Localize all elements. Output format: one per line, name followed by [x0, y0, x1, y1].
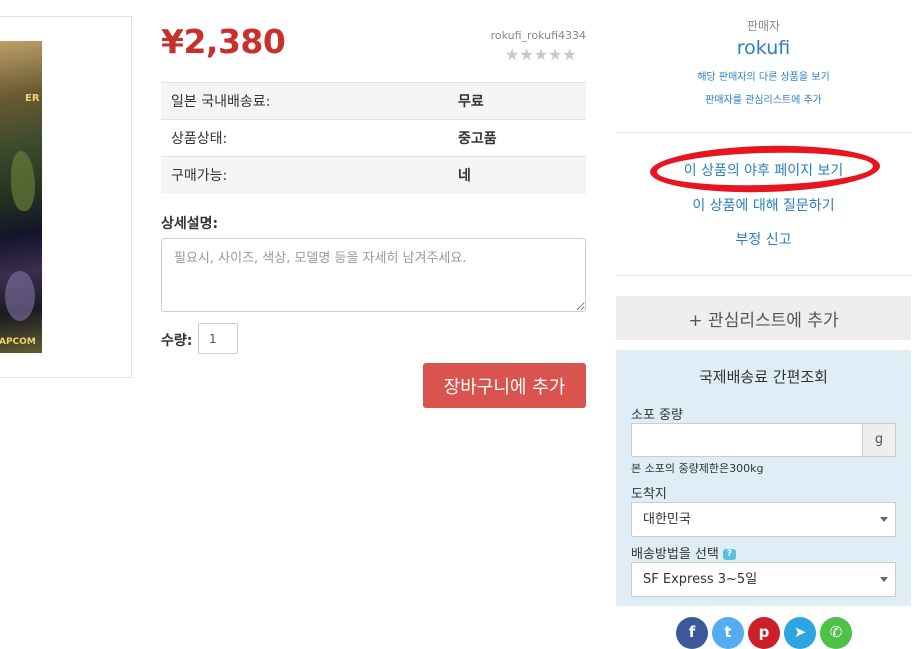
info-key: 구매가능: — [161, 156, 448, 194]
description-label: 상세설명: — [161, 216, 219, 232]
info-value: 무료 — [448, 82, 586, 120]
rating-stars: ★★★★★ — [505, 45, 577, 64]
info-key: 일본 국내배송료: — [161, 82, 448, 120]
image-figure — [5, 271, 35, 321]
shipping-method-label-row: 배송방법을 선택? — [631, 543, 737, 562]
whatsapp-icon[interactable]: ✆ — [820, 617, 852, 649]
weight-unit: g — [862, 423, 896, 457]
shipping-method-select[interactable]: SF Express 3~5일 — [631, 562, 896, 597]
weight-input[interactable] — [631, 423, 863, 457]
shipping-method-value: SF Express 3~5일 — [643, 572, 758, 587]
image-figure — [11, 151, 35, 211]
product-image-frame: ER APCOM — [0, 16, 132, 378]
product-info-table: 일본 국내배송료: 무료 상품상태: 중고품 구매가능: 네 — [161, 82, 586, 194]
add-to-watchlist-button[interactable]: + 관심리스트에 추가 — [616, 296, 911, 340]
divider — [616, 132, 911, 133]
add-to-cart-button[interactable]: 장바구니에 추가 — [423, 363, 586, 408]
chevron-down-icon — [880, 517, 888, 522]
shipping-title: 국제배송료 간편조회 — [699, 368, 828, 386]
quantity-label: 수량: — [161, 333, 193, 349]
twitter-icon[interactable]: t — [712, 617, 744, 649]
product-image[interactable]: ER APCOM — [0, 41, 42, 353]
report-link[interactable]: 부정 신고 — [616, 229, 911, 249]
destination-label: 도착지 — [631, 487, 667, 502]
quantity-input[interactable] — [198, 323, 238, 354]
telegram-icon[interactable]: ➤ — [784, 617, 816, 649]
seller-other-items-link[interactable]: 해당 판매자의 다른 상품을 보기 — [616, 68, 911, 83]
help-icon[interactable]: ? — [722, 549, 737, 560]
info-value: 네 — [448, 156, 586, 194]
facebook-icon[interactable]: f — [676, 617, 708, 649]
view-yahoo-page-link[interactable]: 이 상품의 야후 페이지 보기 — [616, 160, 911, 180]
weight-label: 소포 중량 — [631, 408, 683, 423]
description-textarea[interactable] — [161, 238, 586, 312]
divider — [616, 275, 911, 276]
weight-note: 본 소포의 중량제한은300kg — [631, 462, 764, 475]
chevron-down-icon — [880, 577, 888, 582]
image-title-text: ER — [25, 93, 40, 104]
info-key: 상품상태: — [161, 119, 448, 157]
image-brand-text: APCOM — [0, 337, 36, 347]
seller-watch-link[interactable]: 판매자를 관심리스트에 추가 — [616, 91, 911, 106]
destination-select[interactable]: 대한민국 — [631, 502, 896, 537]
table-row: 상품상태: 중고품 — [161, 119, 586, 157]
info-value: 중고품 — [448, 119, 586, 157]
destination-value: 대한민국 — [643, 512, 691, 527]
shipping-method-label: 배송방법을 선택 — [631, 547, 719, 562]
ask-question-link[interactable]: 이 상품에 대해 질문하기 — [616, 195, 911, 215]
product-price: ¥2,380 — [161, 22, 286, 61]
table-row: 구매가능: 네 — [161, 156, 586, 194]
seller-id-link[interactable]: rokufi_rokufi4334 — [440, 29, 586, 42]
pinterest-icon[interactable]: p — [748, 617, 780, 649]
seller-caption: 판매자 — [746, 19, 781, 33]
seller-name-link[interactable]: rokufi — [616, 37, 911, 59]
table-row: 일본 국내배송료: 무료 — [161, 82, 586, 120]
